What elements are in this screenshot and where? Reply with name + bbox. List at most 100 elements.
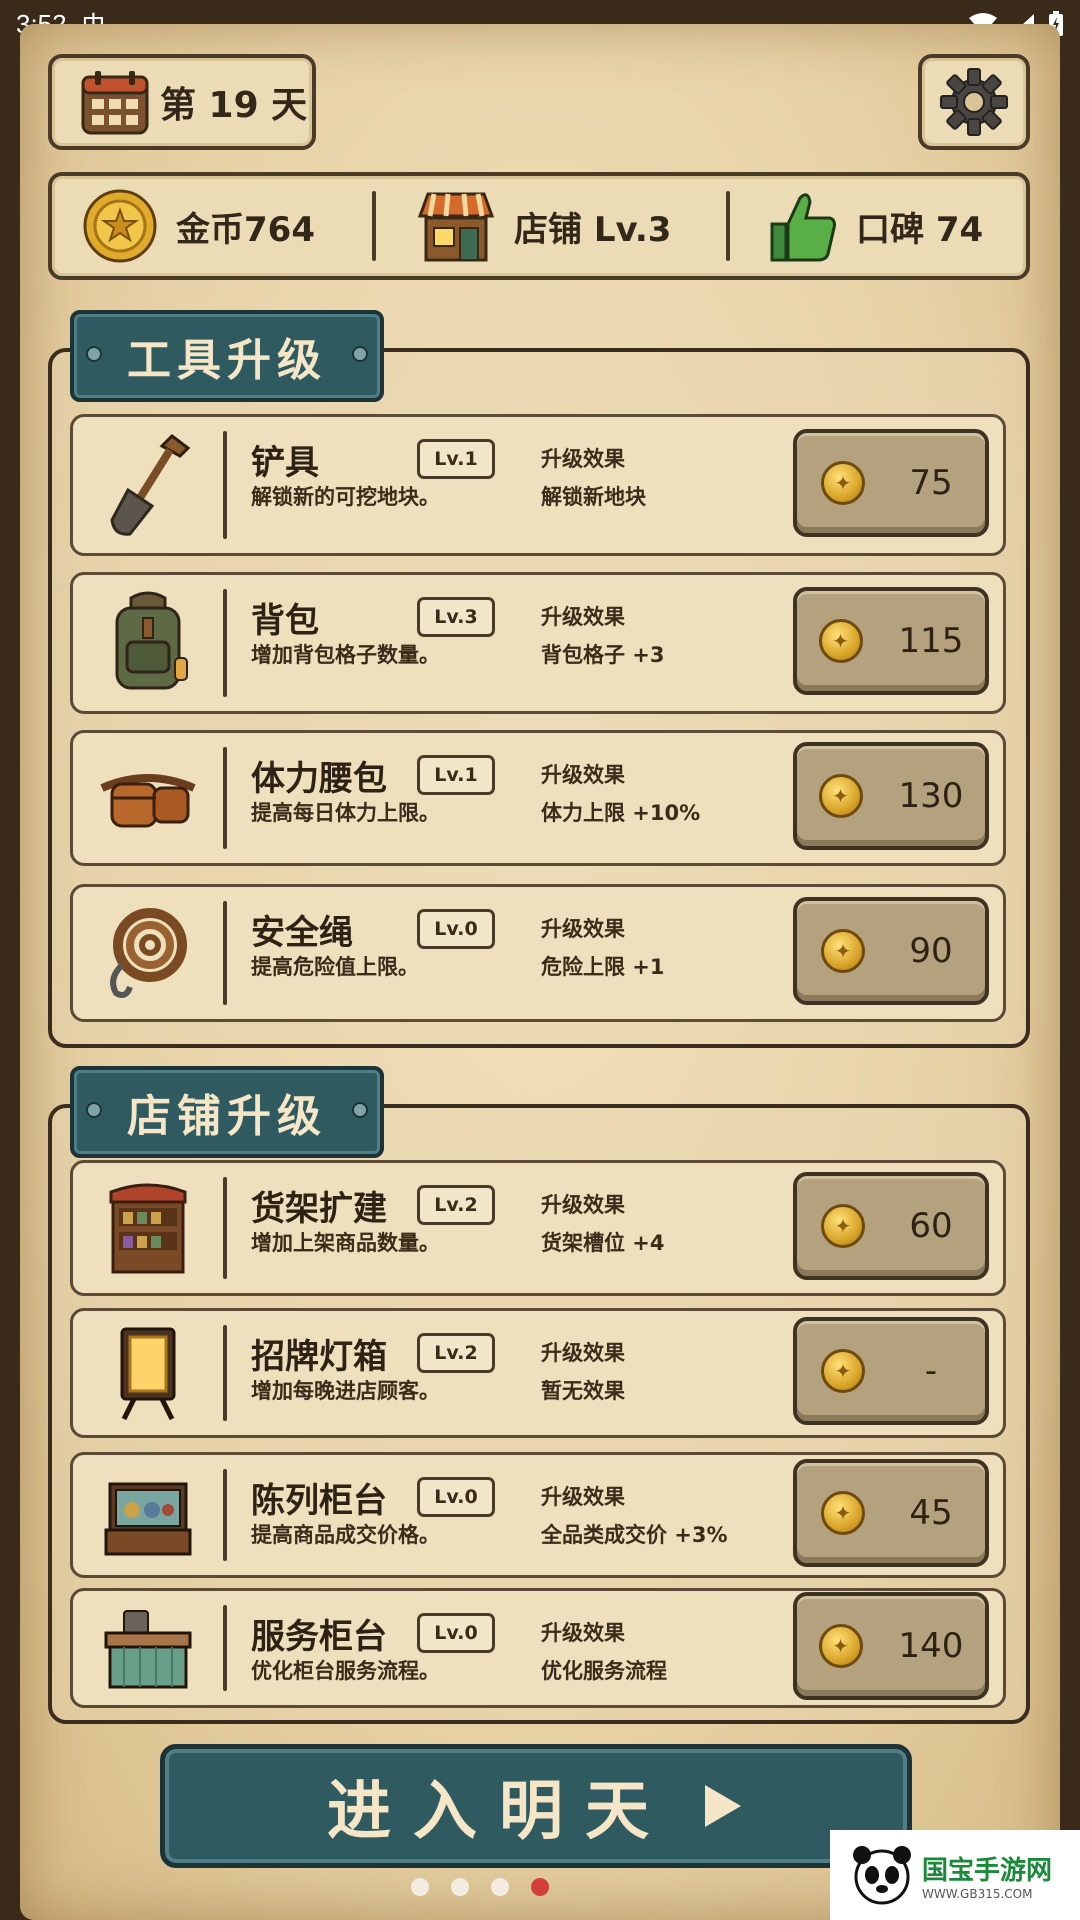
- item-description: 优化柜台服务流程。: [251, 1659, 440, 1683]
- effect-value: 背包格子 +3: [541, 643, 665, 667]
- divider: [372, 191, 376, 261]
- calendar-icon: [81, 71, 149, 135]
- upgrade-price: 90: [909, 931, 953, 971]
- panda-logo-icon: [853, 1846, 911, 1905]
- upgrade-buy-button[interactable]: ✦ 75: [793, 429, 989, 537]
- page-dot[interactable]: [411, 1878, 429, 1896]
- item-description: 增加背包格子数量。: [251, 643, 440, 667]
- upgrade-buy-button[interactable]: ✦ 115: [793, 587, 989, 695]
- item-description: 提高商品成交价格。: [251, 1523, 440, 1547]
- upgrade-price: 75: [909, 463, 953, 503]
- level-badge: Lv.3: [417, 597, 495, 637]
- item-description: 提高每日体力上限。: [251, 801, 440, 825]
- shop-icon: [417, 192, 495, 262]
- coin-icon: ✦: [821, 1491, 865, 1535]
- watermark-brand: 国宝手游网: [922, 1855, 1053, 1886]
- gear-icon: [940, 68, 1008, 136]
- watermark-url: WWW.GB315.COM: [922, 1886, 1033, 1901]
- shelf-icon: [109, 1183, 187, 1274]
- upgrade-buy-button[interactable]: ✦ -: [793, 1317, 989, 1425]
- display-case-icon: [104, 1482, 192, 1556]
- upgrade-row-service-counter: 服务柜台 Lv.0 优化柜台服务流程。 升级效果 优化服务流程 ✦ 140: [70, 1588, 1006, 1708]
- shovel-icon: [110, 434, 191, 536]
- signboard-icon: [120, 1327, 176, 1421]
- item-name: 体力腰包: [251, 759, 387, 799]
- service-counter-icon: [104, 1610, 192, 1689]
- item-name: 服务柜台: [251, 1617, 387, 1657]
- tools-section-title: 工具升级: [127, 335, 327, 386]
- shop-level-stat: 店铺 Lv.3: [416, 188, 726, 264]
- effect-value: 体力上限 +10%: [541, 801, 701, 825]
- upgrade-price: 60: [909, 1206, 953, 1246]
- effect-title: 升级效果: [541, 763, 625, 787]
- level-badge: Lv.2: [417, 1333, 495, 1373]
- effect-value: 优化服务流程: [541, 1659, 667, 1683]
- item-name: 背包: [251, 601, 319, 641]
- effect-value: 货架槽位 +4: [541, 1231, 665, 1255]
- item-description: 提高危险值上限。: [251, 955, 419, 979]
- shop-section-banner: 店铺升级: [70, 1066, 384, 1158]
- upgrade-price: 115: [898, 621, 964, 661]
- coin-icon: ✦: [821, 1349, 865, 1393]
- upgrade-buy-button[interactable]: ✦ 45: [793, 1459, 989, 1567]
- settings-button[interactable]: [918, 54, 1030, 150]
- page-dot-active[interactable]: [531, 1878, 549, 1896]
- effect-title: 升级效果: [541, 1341, 625, 1365]
- reputation-stat: 口碑 74: [766, 188, 983, 264]
- level-badge: Lv.0: [417, 1477, 495, 1517]
- upgrade-buy-button[interactable]: ✦ 130: [793, 742, 989, 850]
- coin-icon: ✦: [818, 619, 863, 663]
- upgrade-buy-button[interactable]: ✦ 90: [793, 897, 989, 1005]
- level-badge: Lv.2: [417, 1185, 495, 1225]
- item-description: 增加上架商品数量。: [251, 1231, 440, 1255]
- play-arrow-icon: [705, 1785, 741, 1827]
- upgrade-price: 140: [898, 1626, 964, 1666]
- item-name: 铲具: [251, 443, 319, 483]
- upgrade-buy-button[interactable]: ✦ 60: [793, 1172, 989, 1280]
- upgrade-row-signboard: 招牌灯箱 Lv.2 增加每晚进店顾客。 升级效果 暂无效果 ✦ -: [70, 1308, 1006, 1438]
- upgrade-price: -: [924, 1351, 938, 1391]
- day-counter: 第 19 天: [48, 54, 316, 150]
- upgrade-row-backpack: 背包 Lv.3 增加背包格子数量。 升级效果 背包格子 +3 ✦ 115: [70, 572, 1006, 714]
- page-dot[interactable]: [491, 1878, 509, 1896]
- upgrade-row-shelf: 货架扩建 Lv.2 增加上架商品数量。 升级效果 货架槽位 +4 ✦ 60: [70, 1160, 1006, 1296]
- item-name: 安全绳: [251, 913, 353, 953]
- effect-value: 全品类成交价 +3%: [541, 1523, 728, 1547]
- coin-count: 金币764: [176, 209, 315, 250]
- coin-icon: ✦: [821, 1204, 865, 1248]
- rope-icon: [110, 908, 187, 998]
- coin-icon: ✦: [821, 929, 865, 973]
- coin-icon: ✦: [818, 774, 863, 818]
- backpack-icon: [115, 591, 188, 690]
- coin-icon: [83, 189, 157, 263]
- item-name: 货架扩建: [251, 1189, 387, 1229]
- item-name: 陈列柜台: [251, 1481, 387, 1521]
- effect-title: 升级效果: [541, 1621, 625, 1645]
- coin-icon: ✦: [821, 461, 865, 505]
- watermark: 国宝手游网 WWW.GB315.COM: [830, 1830, 1080, 1920]
- next-day-button[interactable]: 进入明天: [160, 1744, 912, 1868]
- effect-value: 暂无效果: [541, 1379, 625, 1403]
- day-label: 第 19 天: [160, 85, 308, 126]
- upgrade-row-display-case: 陈列柜台 Lv.0 提高商品成交价格。 升级效果 全品类成交价 +3% ✦ 45: [70, 1452, 1006, 1578]
- item-description: 增加每晚进店顾客。: [251, 1379, 440, 1403]
- shop-section-title: 店铺升级: [127, 1091, 327, 1142]
- effect-title: 升级效果: [541, 447, 625, 471]
- item-description: 解锁新的可挖地块。: [251, 485, 440, 509]
- stats-bar: 金币764 店铺 Lv.3 口碑 74: [48, 172, 1030, 280]
- waist-pouch-icon: [100, 774, 196, 828]
- level-badge: Lv.1: [417, 439, 495, 479]
- effect-title: 升级效果: [541, 917, 625, 941]
- level-badge: Lv.1: [417, 755, 495, 795]
- item-name: 招牌灯箱: [251, 1337, 387, 1377]
- thumbs-up-icon: [770, 193, 836, 262]
- effect-title: 升级效果: [541, 1485, 625, 1509]
- effect-value: 危险上限 +1: [541, 955, 665, 979]
- tools-section-banner: 工具升级: [70, 310, 384, 402]
- upgrade-row-safety-rope: 安全绳 Lv.0 提高危险值上限。 升级效果 危险上限 +1 ✦ 90: [70, 884, 1006, 1022]
- page-dot[interactable]: [451, 1878, 469, 1896]
- effect-title: 升级效果: [541, 1193, 625, 1217]
- upgrade-row-waist-pouch: 体力腰包 Lv.1 提高每日体力上限。 升级效果 体力上限 +10% ✦ 130: [70, 730, 1006, 866]
- coin-stat: 金币764: [82, 188, 372, 264]
- upgrade-buy-button[interactable]: ✦ 140: [793, 1592, 989, 1700]
